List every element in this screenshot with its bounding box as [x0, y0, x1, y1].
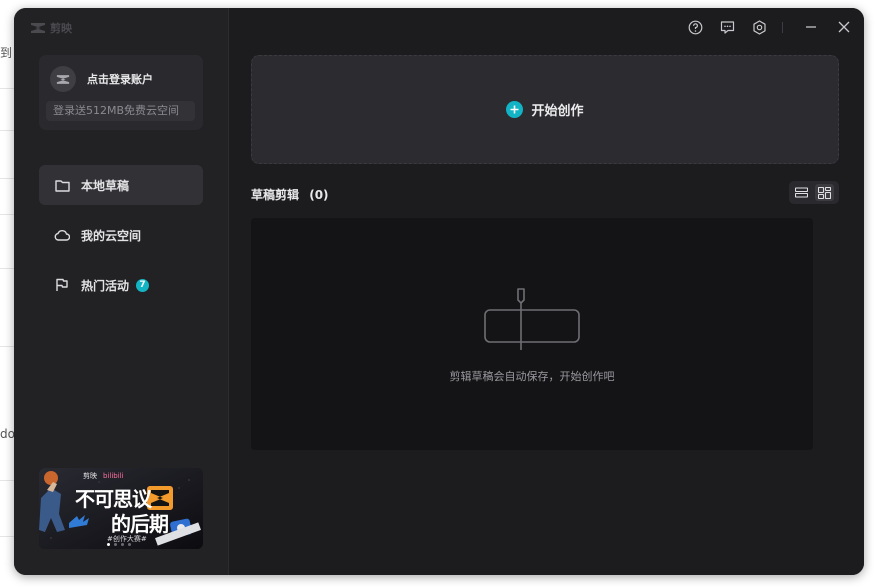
banner-brand-row: 剪映 bilibili — [83, 471, 124, 481]
feedback-icon[interactable] — [719, 19, 735, 35]
avatar[interactable] — [50, 66, 76, 92]
capcut-logo-icon — [31, 23, 45, 33]
sidebar: 剪映 点击登录账户 登录送512MB免费云空间 本地草稿 我的云空间 热门活动 … — [14, 8, 229, 575]
bg-text-fragment: do — [0, 427, 15, 441]
start-creation-label: 开始创作 — [531, 104, 584, 119]
grid-view-button[interactable] — [815, 184, 834, 201]
drafts-title: 草稿剪辑 — [251, 188, 300, 202]
banner-headline-2: 的后期 — [111, 512, 169, 536]
pager-dot-active[interactable] — [107, 543, 110, 546]
app-window: 剪映 点击登录账户 登录送512MB免费云空间 本地草稿 我的云空间 热门活动 … — [14, 8, 864, 575]
banner-pager[interactable] — [107, 543, 131, 546]
help-icon[interactable] — [687, 19, 703, 35]
close-icon[interactable] — [836, 19, 852, 35]
sidebar-item-cloud-space[interactable]: 我的云空间 — [39, 215, 203, 255]
drafts-count: (0) — [309, 188, 329, 202]
sidebar-item-label: 热门活动 — [81, 278, 130, 293]
notification-badge: 7 — [136, 278, 150, 292]
start-creation-button[interactable]: 开始创作 — [251, 55, 839, 164]
bg-divider — [0, 536, 14, 537]
list-view-icon — [795, 187, 808, 198]
settings-icon[interactable] — [751, 19, 767, 35]
login-card[interactable]: 点击登录账户 登录送512MB免费云空间 — [39, 55, 203, 130]
sidebar-item-label: 本地草稿 — [81, 178, 130, 193]
banner-partner: bilibili — [103, 472, 124, 480]
cloud-icon — [54, 227, 70, 243]
bg-divider — [0, 346, 14, 347]
drafts-section-title: 草稿剪辑 (0) — [251, 186, 329, 203]
grid-view-icon — [818, 186, 831, 199]
bg-divider — [0, 88, 14, 89]
banner-brand: 剪映 — [83, 472, 97, 480]
sidebar-item-local-drafts[interactable]: 本地草稿 — [39, 165, 203, 205]
bg-divider — [0, 178, 14, 179]
sidebar-item-hot-events[interactable]: 热门活动 7 — [39, 265, 203, 305]
bg-divider — [0, 480, 14, 481]
drafts-empty-area: 剪辑草稿会自动保存，开始创作吧 — [251, 218, 813, 450]
toolbar-divider — [782, 22, 783, 33]
empty-drafts-text: 剪辑草稿会自动保存，开始创作吧 — [449, 370, 615, 383]
sidebar-item-label: 我的云空间 — [81, 228, 142, 243]
list-view-button[interactable] — [792, 184, 811, 201]
bg-text-fragment: 到 — [0, 46, 13, 60]
main-panel: 开始创作 草稿剪辑 (0) 剪辑草稿会自动保存，开始创作吧 — [229, 8, 864, 575]
empty-timeline-icon — [484, 288, 580, 350]
view-toggle — [789, 181, 839, 204]
app-logo: 剪映 — [30, 20, 72, 36]
bg-divider — [0, 268, 14, 269]
minimize-icon[interactable] — [803, 19, 819, 35]
app-logo-text: 剪映 — [50, 22, 72, 35]
pager-dot[interactable] — [114, 543, 117, 546]
bg-divider — [0, 214, 14, 215]
folder-icon — [54, 177, 70, 193]
cloud-promo-text[interactable]: 登录送512MB免费云空间 — [46, 101, 195, 121]
plus-icon — [506, 101, 524, 118]
pager-dot[interactable] — [121, 543, 124, 546]
pager-dot[interactable] — [128, 543, 131, 546]
login-label[interactable]: 点击登录账户 — [87, 71, 153, 87]
capcut-logo-icon — [56, 74, 70, 84]
bg-divider — [0, 130, 14, 131]
flag-icon — [54, 277, 70, 293]
promo-banner[interactable]: 剪映 bilibili 不可思议 的后期 #创作大赛# — [39, 468, 203, 549]
